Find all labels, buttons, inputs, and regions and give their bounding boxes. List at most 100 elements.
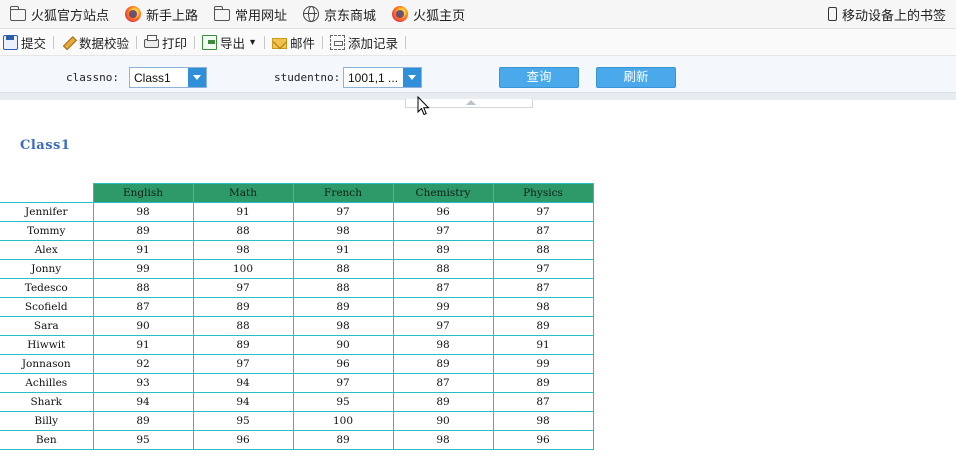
score-cell: 95 bbox=[192, 411, 294, 431]
score-cell: 91 bbox=[92, 240, 194, 260]
chevron-down-icon: ▼ bbox=[248, 37, 257, 47]
column-header: English bbox=[92, 183, 194, 203]
chevron-down-icon[interactable] bbox=[188, 68, 206, 87]
student-name-cell: Billy bbox=[0, 411, 94, 431]
score-cell: 94 bbox=[92, 392, 194, 412]
score-cell: 88 bbox=[192, 221, 294, 241]
score-cell: 96 bbox=[392, 202, 494, 222]
bookmark-label: 京东商城 bbox=[324, 7, 377, 23]
bookmark-label: 火狐主页 bbox=[413, 7, 466, 23]
table-row: Scofield 87 89 89 99 98 bbox=[0, 297, 594, 317]
score-cell: 96 bbox=[192, 430, 294, 450]
student-name-cell: Jonny bbox=[0, 259, 94, 279]
print-label: 打印 bbox=[162, 36, 188, 51]
print-button[interactable]: 打印 bbox=[141, 31, 190, 53]
firefox-icon bbox=[125, 6, 142, 22]
score-cell: 89 bbox=[392, 354, 494, 374]
bookmark-label: 常用网址 bbox=[235, 7, 288, 23]
add-record-icon bbox=[330, 34, 345, 50]
bookmark-common-sites[interactable]: 常用网址 bbox=[204, 3, 293, 25]
studentno-select[interactable]: 1001,1 ... bbox=[343, 67, 422, 88]
table-row: Billy 89 95 100 90 98 bbox=[0, 411, 594, 431]
student-name-cell: Jonnason bbox=[0, 354, 94, 374]
score-cell: 96 bbox=[292, 354, 394, 374]
score-cell: 91 bbox=[92, 335, 194, 355]
mail-button[interactable]: 邮件 bbox=[269, 31, 318, 53]
score-cell: 88 bbox=[92, 278, 194, 298]
validate-button[interactable]: 数据校验 bbox=[58, 31, 132, 53]
score-cell: 97 bbox=[492, 259, 594, 279]
score-cell: 90 bbox=[292, 335, 394, 355]
score-cell: 98 bbox=[492, 411, 594, 431]
score-cell: 89 bbox=[392, 392, 494, 412]
score-cell: 94 bbox=[192, 373, 294, 393]
score-cell: 90 bbox=[392, 411, 494, 431]
score-cell: 94 bbox=[192, 392, 294, 412]
score-cell: 88 bbox=[192, 316, 294, 336]
export-label: 导出 bbox=[220, 36, 246, 51]
score-cell: 88 bbox=[392, 259, 494, 279]
score-cell: 92 bbox=[92, 354, 194, 374]
add-record-label: 添加记录 bbox=[348, 36, 399, 51]
score-cell: 90 bbox=[92, 316, 194, 336]
table-row: Jennifer 98 91 97 96 97 bbox=[0, 202, 594, 222]
export-button[interactable]: 导出 ▼ bbox=[199, 31, 260, 53]
bookmark-firefox-home[interactable]: 火狐主页 bbox=[382, 3, 471, 25]
student-name-cell: Achilles bbox=[0, 373, 94, 393]
column-header: Math bbox=[192, 183, 294, 203]
add-record-button[interactable]: 添加记录 bbox=[327, 31, 401, 53]
student-name-cell: Ben bbox=[0, 430, 94, 450]
classno-select[interactable]: Class1 bbox=[129, 67, 207, 88]
table-row: Jonnason 92 97 96 89 99 bbox=[0, 354, 594, 374]
studentno-label: studentno: bbox=[274, 71, 341, 84]
toolbar-separator bbox=[322, 35, 323, 49]
score-cell: 89 bbox=[192, 335, 294, 355]
submit-label: 提交 bbox=[21, 36, 47, 51]
score-cell: 91 bbox=[192, 202, 294, 222]
chevron-down-icon[interactable] bbox=[403, 68, 421, 87]
bookmark-label: 火狐官方站点 bbox=[31, 7, 110, 23]
table-row: Shark 94 94 95 89 87 bbox=[0, 392, 594, 412]
score-cell: 98 bbox=[492, 297, 594, 317]
bookmark-getting-started[interactable]: 新手上路 bbox=[115, 3, 204, 25]
score-cell: 99 bbox=[492, 354, 594, 374]
save-icon bbox=[3, 34, 18, 50]
studentno-value: 1001,1 ... bbox=[348, 71, 399, 85]
score-cell: 87 bbox=[392, 278, 494, 298]
score-cell: 98 bbox=[292, 221, 394, 241]
folder-icon bbox=[213, 6, 231, 21]
toolbar-separator bbox=[263, 35, 265, 49]
printer-icon bbox=[144, 35, 160, 48]
query-button[interactable]: 查询 bbox=[499, 67, 579, 88]
toolbar-separator bbox=[136, 35, 138, 49]
bookmark-jd-mall[interactable]: 京东商城 bbox=[293, 3, 382, 25]
submit-button[interactable]: 提交 bbox=[0, 31, 49, 53]
score-cell: 89 bbox=[92, 411, 194, 431]
table-row: Achilles 93 94 97 87 89 bbox=[0, 373, 594, 393]
score-cell: 87 bbox=[392, 373, 494, 393]
student-name-cell: Alex bbox=[0, 240, 94, 260]
bookmarks-bar: 火狐官方站点 新手上路 常用网址 京东商城 火狐主页 移动设备上的书签 bbox=[0, 0, 956, 29]
score-cell: 100 bbox=[292, 411, 394, 431]
table-row: Sara 90 88 98 97 89 bbox=[0, 316, 594, 336]
bookmark-firefox-official[interactable]: 火狐官方站点 bbox=[0, 3, 115, 25]
score-cell: 93 bbox=[92, 373, 194, 393]
refresh-button[interactable]: 刷新 bbox=[596, 67, 676, 88]
score-cell: 87 bbox=[92, 297, 194, 317]
score-cell: 95 bbox=[292, 392, 394, 412]
score-cell: 91 bbox=[292, 240, 394, 260]
student-name-cell: Scofield bbox=[0, 297, 94, 317]
toolbar-separator bbox=[405, 35, 407, 49]
mobile-bookmarks[interactable]: 移动设备上的书签 bbox=[818, 3, 956, 25]
toolbar-separator bbox=[53, 35, 55, 49]
mail-icon bbox=[271, 37, 287, 49]
score-cell: 96 bbox=[492, 430, 594, 450]
score-cell: 98 bbox=[392, 335, 494, 355]
score-cell: 89 bbox=[192, 297, 294, 317]
column-header: Physics bbox=[492, 183, 594, 203]
student-name-cell: Tedesco bbox=[0, 278, 94, 298]
score-cell: 97 bbox=[492, 202, 594, 222]
score-cell: 88 bbox=[492, 240, 594, 260]
student-name-cell: Shark bbox=[0, 392, 94, 412]
student-name-cell: Jennifer bbox=[0, 202, 94, 222]
